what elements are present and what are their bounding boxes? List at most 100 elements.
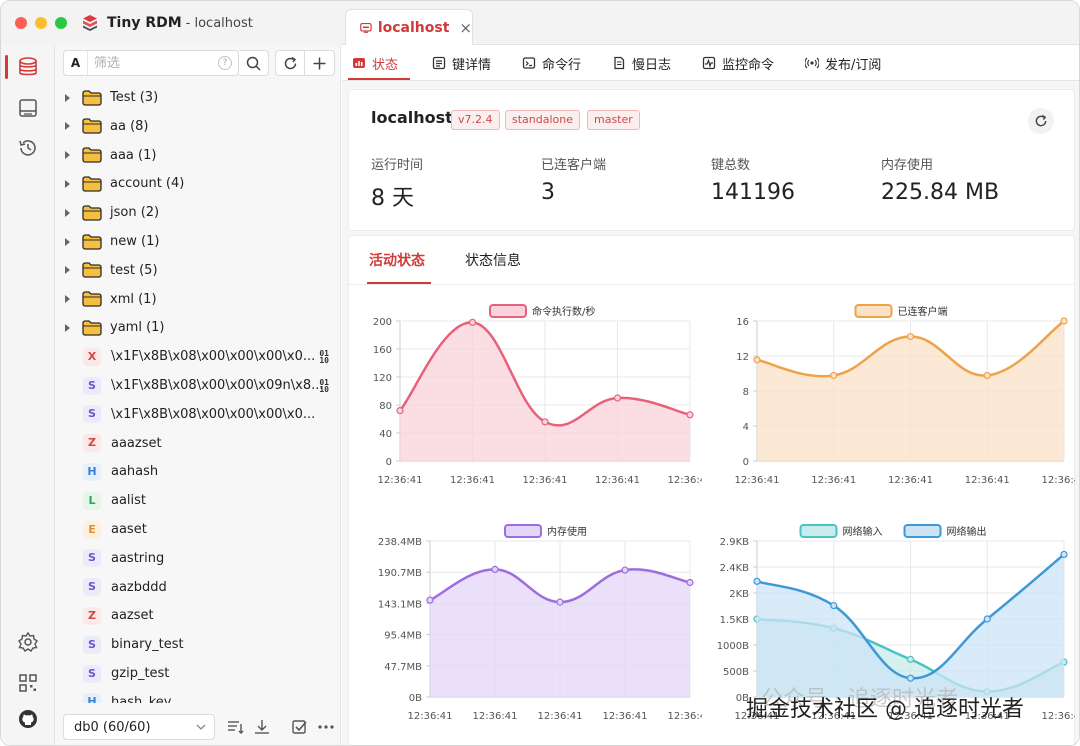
data-point[interactable] bbox=[753, 356, 761, 364]
tree-key[interactable]: Saastring bbox=[55, 544, 341, 573]
expand-caret-icon[interactable] bbox=[65, 237, 70, 246]
tree-key[interactable]: Sgzip_test bbox=[55, 659, 341, 688]
zoom-window-button[interactable] bbox=[55, 17, 67, 29]
tree-folder[interactable]: json (2) bbox=[55, 198, 341, 227]
tab-cli[interactable]: 命令行 bbox=[522, 45, 581, 81]
legend-entry[interactable]: 已连客户端 bbox=[854, 304, 948, 318]
expand-caret-icon[interactable] bbox=[65, 151, 70, 160]
tab-activity[interactable]: 活动状态 bbox=[369, 250, 425, 270]
data-point[interactable] bbox=[906, 655, 915, 663]
legend-entry[interactable]: 网络输出 bbox=[903, 524, 987, 538]
expand-caret-icon[interactable] bbox=[65, 179, 70, 188]
data-point[interactable] bbox=[906, 332, 915, 341]
tab-status[interactable]: 状态 bbox=[352, 45, 398, 81]
help-icon[interactable]: ? bbox=[218, 56, 232, 70]
filter-input[interactable] bbox=[88, 55, 218, 71]
tree-key[interactable]: Saazbddd bbox=[55, 573, 341, 602]
data-point[interactable] bbox=[686, 411, 694, 419]
ribbon-log[interactable] bbox=[1, 91, 55, 125]
data-point[interactable] bbox=[686, 578, 694, 587]
refresh-server-button[interactable] bbox=[1028, 108, 1054, 134]
legend-label: 网络输出 bbox=[947, 525, 987, 538]
legend-entry[interactable]: 命令执行数/秒 bbox=[489, 304, 595, 318]
data-point[interactable] bbox=[613, 394, 622, 402]
tree-folder[interactable]: new (1) bbox=[55, 227, 341, 256]
expand-caret-icon[interactable] bbox=[65, 323, 70, 332]
legend-entry[interactable]: 网络输入 bbox=[799, 524, 883, 538]
add-key-button[interactable] bbox=[305, 50, 335, 76]
y-tick-label: 190.7MB bbox=[378, 568, 422, 579]
tree-folder[interactable]: yaml (1) bbox=[55, 313, 341, 342]
tree-key[interactable]: Eaaset bbox=[55, 515, 341, 544]
data-point[interactable] bbox=[541, 418, 549, 426]
data-point[interactable] bbox=[983, 615, 991, 623]
data-point[interactable] bbox=[983, 371, 991, 380]
tree-key[interactable]: X \x1F\x8B\x08\x00\x00\x00\x0... 01 10 bbox=[55, 342, 341, 371]
database-select[interactable]: db0 (60/60) bbox=[63, 714, 215, 740]
data-point[interactable] bbox=[468, 318, 477, 326]
data-point[interactable] bbox=[830, 371, 838, 380]
checkbox-icon[interactable] bbox=[291, 719, 309, 735]
tab-status-info[interactable]: 状态信息 bbox=[465, 250, 521, 270]
key-label: aazset bbox=[111, 608, 154, 624]
x-tick-label: 12:36:41 bbox=[668, 475, 702, 486]
tab-monitor[interactable]: 监控命令 bbox=[702, 45, 774, 81]
ribbon-browser[interactable] bbox=[1, 50, 55, 84]
tree-key[interactable]: Zaazset bbox=[55, 601, 341, 630]
tree-key[interactable]: Haahash bbox=[55, 457, 341, 486]
search-button[interactable] bbox=[239, 50, 269, 76]
tree-folder[interactable]: account (4) bbox=[55, 169, 341, 198]
tree-key[interactable]: Hhash_key bbox=[55, 688, 341, 703]
minimize-window-button[interactable] bbox=[35, 17, 47, 29]
sort-icon[interactable] bbox=[227, 719, 245, 735]
ribbon-settings[interactable] bbox=[1, 625, 55, 659]
folder-label: xml (1) bbox=[110, 291, 157, 307]
tab-pubsub[interactable]: 发布/订阅 bbox=[805, 45, 881, 81]
ribbon-github[interactable] bbox=[1, 702, 55, 736]
filter-type-toggle[interactable]: A bbox=[64, 51, 88, 75]
tree-key[interactable]: Laalist bbox=[55, 486, 341, 515]
data-point[interactable] bbox=[396, 406, 404, 415]
folder-icon bbox=[82, 233, 102, 250]
ribbon-history[interactable] bbox=[1, 131, 55, 165]
data-point[interactable] bbox=[1060, 550, 1068, 559]
ribbon-apps[interactable] bbox=[1, 666, 55, 700]
connection-tab-localhost[interactable]: localhost × bbox=[345, 9, 473, 45]
data-point[interactable] bbox=[1060, 317, 1068, 325]
expand-caret-icon[interactable] bbox=[65, 208, 70, 217]
close-window-button[interactable] bbox=[15, 17, 27, 29]
more-icon[interactable] bbox=[317, 719, 335, 735]
app-subtitle: - localhost bbox=[185, 15, 253, 31]
tree-key[interactable]: Zaaazset bbox=[55, 429, 341, 458]
tree-key[interactable]: S \x1F\x8B\x08\x00\x00\x00\x0... bbox=[55, 400, 341, 429]
expand-caret-icon[interactable] bbox=[65, 93, 70, 102]
tree-key[interactable]: S \x1F\x8B\x08\x00\x00\x09n\x8... 01 10 bbox=[55, 371, 341, 400]
reload-button[interactable] bbox=[275, 50, 305, 76]
data-point[interactable] bbox=[491, 565, 499, 573]
folder-icon bbox=[82, 291, 102, 307]
tree-folder[interactable]: aa (8) bbox=[55, 112, 341, 141]
download-icon[interactable] bbox=[253, 719, 271, 735]
data-point[interactable] bbox=[753, 577, 761, 585]
clients-value: 3 bbox=[541, 180, 555, 205]
tree-folder[interactable]: aaa (1) bbox=[55, 141, 341, 170]
tree-folder[interactable]: test (5) bbox=[55, 256, 341, 285]
x-tick-label: 12:36:41 bbox=[538, 711, 583, 721]
folder-label: yaml (1) bbox=[110, 320, 165, 336]
expand-caret-icon[interactable] bbox=[65, 122, 70, 131]
data-point[interactable] bbox=[830, 601, 838, 610]
close-tab-icon[interactable]: × bbox=[459, 19, 472, 37]
y-tick-label: 47.7MB bbox=[384, 662, 422, 673]
chart-icon bbox=[353, 58, 365, 68]
tree-folder[interactable]: xml (1) bbox=[55, 285, 341, 314]
data-point[interactable] bbox=[621, 566, 629, 574]
expand-caret-icon[interactable] bbox=[65, 266, 70, 275]
data-point[interactable] bbox=[426, 596, 434, 604]
expand-caret-icon[interactable] bbox=[65, 295, 70, 304]
legend-entry[interactable]: 内存使用 bbox=[504, 524, 587, 538]
tab-key-detail[interactable]: 键详情 bbox=[432, 45, 491, 81]
data-point[interactable] bbox=[556, 598, 564, 606]
tree-key[interactable]: Sbinary_test bbox=[55, 630, 341, 659]
tab-slow-log[interactable]: 慢日志 bbox=[612, 45, 671, 81]
tree-folder[interactable]: Test (3) bbox=[55, 83, 341, 112]
